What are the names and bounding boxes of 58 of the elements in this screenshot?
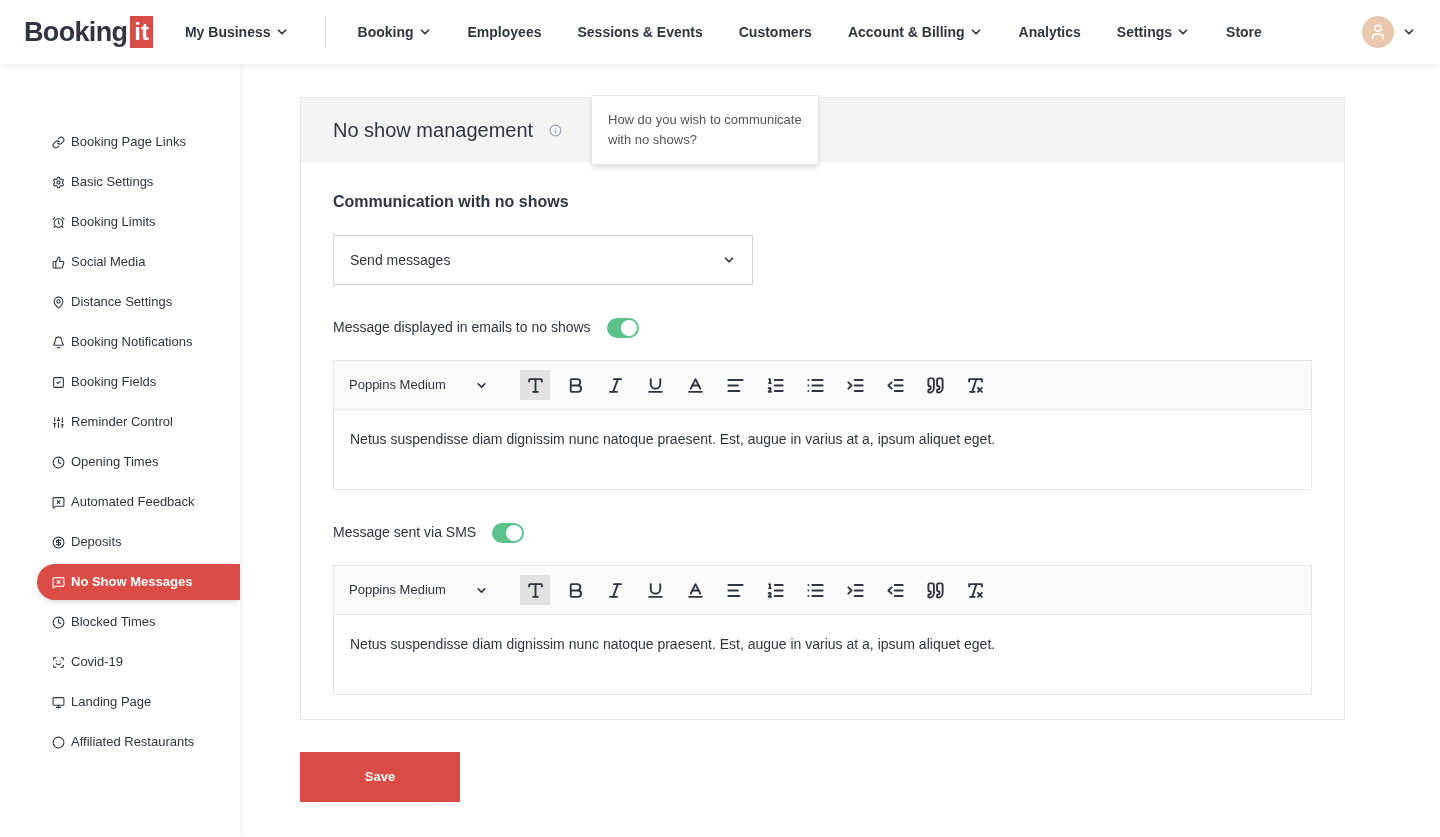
checkbox-icon <box>52 375 65 389</box>
font-select[interactable]: Poppins Medium <box>349 375 504 395</box>
clock-icon <box>52 455 65 469</box>
sidebar-item[interactable]: Booking Notifications <box>37 324 240 360</box>
nav-link[interactable]: Employees <box>467 21 542 43</box>
circle-icon <box>52 735 65 749</box>
nav-link[interactable]: Store <box>1226 21 1262 43</box>
scan-icon <box>52 655 65 669</box>
text-size-icon[interactable] <box>520 370 550 400</box>
editor-content[interactable]: Netus suspendisse diam dignissim nunc natoque praesent. Est, augue in varius at a, ipsum aliquet eget. <box>334 410 1311 489</box>
coin-icon <box>52 535 65 549</box>
sidebar-item[interactable]: Landing Page <box>37 684 240 720</box>
nav-link[interactable]: Account & Billing <box>847 21 983 43</box>
toggle-switch[interactable] <box>606 317 639 338</box>
field-label: Message displayed in emails to no shows <box>333 318 591 337</box>
alarm-clock-icon <box>52 215 65 229</box>
font-select[interactable]: Poppins Medium <box>349 580 504 600</box>
clock-icon <box>52 615 65 629</box>
nav-link[interactable]: My Business <box>184 21 289 43</box>
sliders-icon <box>52 415 65 429</box>
section-title: Communication with no shows <box>333 192 570 212</box>
field-label: Message sent via SMS <box>333 523 477 542</box>
sidebar-item[interactable]: Social Media <box>37 244 240 280</box>
nav-link[interactable]: Customers <box>738 21 812 43</box>
sidebar-item[interactable]: Opening Times <box>37 444 240 480</box>
sidebar-item[interactable]: No Show Messages <box>37 564 240 600</box>
nav-link[interactable]: Settings <box>1116 21 1191 43</box>
link-icon <box>52 135 65 149</box>
logo-badge: it <box>130 16 153 48</box>
sidebar-item[interactable]: Basic Settings <box>37 164 240 200</box>
nav-link[interactable]: Analytics <box>1018 21 1081 43</box>
editor-content[interactable]: Netus suspendisse diam dignissim nunc natoque praesent. Est, augue in varius at a, ipsum aliquet eget. <box>334 615 1311 694</box>
sidebar-item[interactable]: Automated Feedback <box>37 484 240 520</box>
nav-link[interactable]: Sessions & Events <box>577 21 703 43</box>
text-size-icon[interactable] <box>520 575 550 605</box>
sidebar-item[interactable]: Affiliated Restaurants <box>37 724 240 760</box>
sidebar-item[interactable]: Deposits <box>37 524 240 560</box>
select-dropdown[interactable]: Send messages <box>333 235 753 285</box>
tooltip: How do you wish to communicate with no shows? <box>591 95 819 165</box>
sidebar-item[interactable]: Blocked Times <box>37 604 240 640</box>
save-button[interactable]: Save <box>300 752 460 802</box>
sidebar-item[interactable]: Booking Fields <box>37 364 240 400</box>
nav-link[interactable]: Booking <box>357 21 432 43</box>
sidebar-item[interactable]: Covid-19 <box>37 644 240 680</box>
card-title: No show management <box>333 118 534 143</box>
sidebar-item[interactable]: Reminder Control <box>37 404 240 440</box>
settings-icon <box>52 175 65 189</box>
toggle-switch[interactable] <box>492 522 525 543</box>
monitor-icon <box>52 695 65 709</box>
bell-icon <box>52 335 65 349</box>
thumbs-up-icon <box>52 255 65 269</box>
sidebar-item[interactable]: Booking Page Links <box>37 124 240 160</box>
logo-wordmark: Booking <box>24 15 128 49</box>
message-x-icon <box>52 575 65 589</box>
map-pin-icon <box>52 295 65 309</box>
sidebar-item[interactable]: Distance Settings <box>37 284 240 320</box>
sidebar-item[interactable]: Booking Limits <box>37 204 240 240</box>
message-x-icon <box>52 495 65 509</box>
